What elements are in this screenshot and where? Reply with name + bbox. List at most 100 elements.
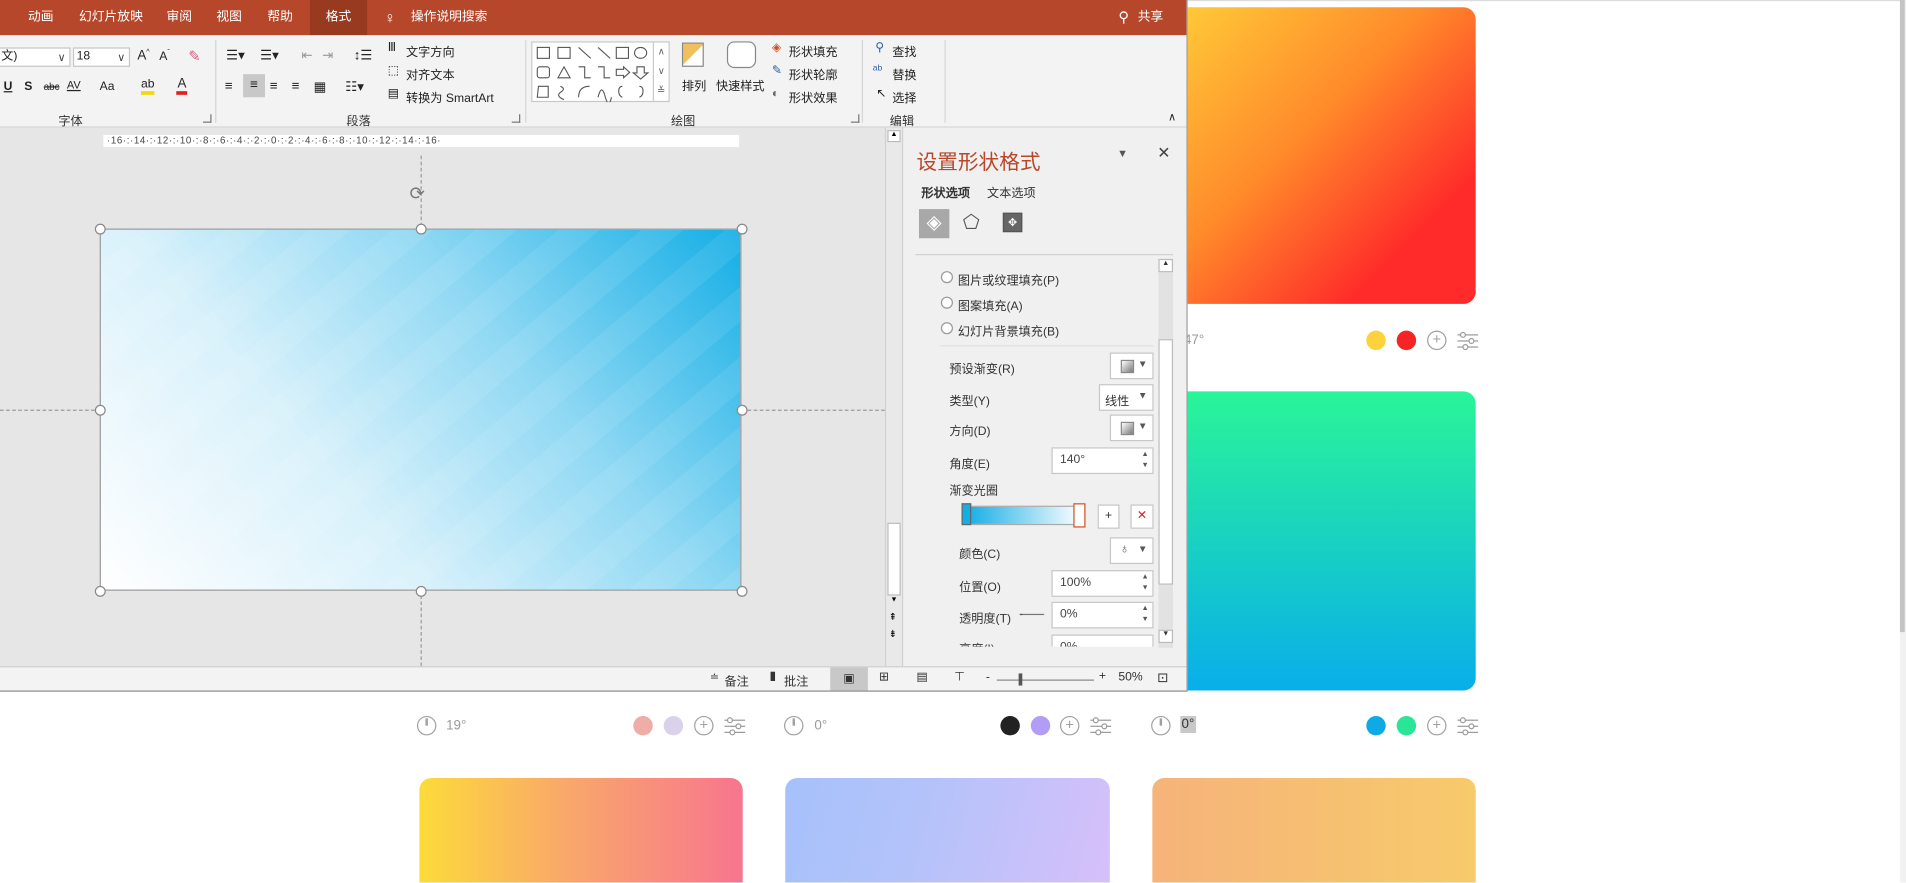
convert-smartart-button[interactable]: 转换为 SmartArt — [406, 88, 494, 105]
find-button[interactable]: 查找 — [892, 41, 916, 59]
color-swatch[interactable] — [1000, 715, 1020, 736]
next-slide-icon[interactable]: ⇟ — [889, 628, 897, 639]
slide-sorter-button[interactable]: ⊞ — [879, 671, 889, 684]
type-dropdown[interactable]: 线性 ▼ — [1098, 384, 1154, 411]
resize-handle[interactable] — [94, 585, 106, 597]
gallery-scroll[interactable]: ∧ ∨ ≚ — [652, 42, 669, 101]
distributed-icon[interactable]: ▦ — [314, 79, 327, 95]
size-properties-icon[interactable]: ✥ — [1002, 212, 1023, 233]
color-swatch[interactable] — [1366, 330, 1386, 351]
align-text-button[interactable]: 对齐文本 — [406, 64, 455, 82]
add-color-icon[interactable]: + — [1059, 715, 1080, 736]
color-swatch[interactable] — [1366, 715, 1386, 736]
tab-text-options[interactable]: 文本选项 — [987, 182, 1036, 200]
strikethrough-icon[interactable]: abc — [44, 81, 60, 92]
scroll-up-icon[interactable]: ▲ — [887, 130, 901, 143]
scrollbar-thumb[interactable] — [1158, 339, 1174, 585]
pane-scrollbar[interactable]: ▲ ▼ — [1158, 258, 1174, 648]
normal-view-button[interactable]: ▣ — [830, 667, 868, 691]
select-button[interactable]: 选择 — [892, 88, 916, 105]
resize-handle[interactable] — [415, 223, 427, 235]
notes-button[interactable]: 备注 — [724, 671, 748, 689]
color-picker-dropdown[interactable]: ♁ ▼ — [1109, 537, 1154, 565]
justify-icon[interactable]: ≡ — [292, 79, 300, 94]
arrange-button[interactable]: 排列 — [682, 75, 706, 93]
rotate-handle-icon[interactable]: ⟳ — [410, 182, 425, 205]
align-left-icon[interactable]: ≡ — [225, 79, 233, 94]
resize-handle[interactable] — [736, 404, 748, 416]
option-picture-fill[interactable]: 图片或纹理填充(P) — [958, 270, 1059, 288]
color-swatch[interactable] — [1030, 715, 1051, 736]
resize-handle[interactable] — [415, 585, 427, 597]
shadow-icon[interactable]: S — [24, 80, 32, 93]
tab-slideshow[interactable]: 幻灯片放映 — [79, 0, 143, 35]
shape-outline-button[interactable]: 形状轮廓 — [789, 64, 838, 82]
fit-to-window-icon[interactable]: ⊡ — [1157, 670, 1168, 686]
slide-canvas[interactable]: ·16·:·14·:·12·:·10·:·8·:·6·:·4·:·2·:·0·:… — [0, 127, 885, 667]
effects-pentagon-icon[interactable]: ⬠ — [963, 210, 980, 234]
grow-font-icon[interactable]: A^ — [137, 49, 149, 64]
color-swatch[interactable] — [633, 715, 653, 736]
radio-picture-fill[interactable] — [940, 271, 953, 284]
zoom-in-button[interactable]: + — [1099, 670, 1106, 683]
scroll-up-icon[interactable]: ▲ — [1158, 258, 1174, 273]
option-slide-background-fill[interactable]: 幻灯片背景填充(B) — [958, 321, 1059, 339]
resize-handle[interactable] — [94, 404, 106, 416]
add-gradient-stop-button[interactable]: + — [1097, 504, 1120, 529]
shape-fill-button[interactable]: 形状填充 — [789, 41, 838, 59]
angle-dial-icon[interactable] — [1151, 715, 1171, 736]
change-case-icon[interactable]: Aa — [100, 80, 115, 93]
zoom-slider-thumb[interactable] — [1018, 673, 1023, 686]
font-color-icon[interactable]: A — [176, 77, 188, 95]
font-size-combo[interactable]: 18 ∨ — [72, 47, 131, 67]
shape-effects-button[interactable]: 形状效果 — [789, 88, 838, 105]
angle-dial-icon[interactable] — [784, 715, 804, 736]
angle-spinner[interactable]: 140° ▲ ▼ — [1051, 447, 1154, 475]
scroll-down-icon[interactable]: ▼ — [887, 597, 900, 609]
resize-handle[interactable] — [736, 223, 748, 235]
increase-indent-icon[interactable]: ⇥ — [322, 47, 333, 64]
gradient-card-orange[interactable] — [1149, 7, 1476, 304]
direction-dropdown[interactable]: ▼ — [1109, 414, 1154, 442]
slide-vertical-scrollbar[interactable]: ▲ ▼ ⇞ ⇟ — [884, 127, 902, 667]
font-name-combo[interactable]: 文) ∨ — [0, 47, 71, 67]
tell-me-search[interactable]: 操作说明搜索 — [411, 0, 488, 35]
previous-slide-icon[interactable]: ⇞ — [889, 611, 897, 622]
share-button[interactable]: 共享 — [1138, 0, 1164, 35]
gradient-card-peach[interactable] — [1152, 777, 1476, 883]
transparency-slider[interactable] — [1019, 613, 1045, 616]
close-icon[interactable]: ✕ — [1157, 143, 1170, 162]
underline-icon[interactable]: U — [4, 80, 13, 93]
shrink-font-icon[interactable]: Aˇ — [159, 50, 170, 64]
page-scrollbar-thumb[interactable] — [1899, 0, 1905, 633]
gradient-card-yellow-pink[interactable] — [419, 777, 743, 883]
clear-format-icon[interactable]: ✎ — [188, 47, 200, 64]
page-scrollbar[interactable] — [1899, 0, 1906, 883]
angle-label-selected[interactable]: 0° — [1180, 715, 1196, 733]
line-spacing-icon[interactable]: ↕☰ — [354, 47, 373, 64]
scrollbar-thumb[interactable] — [887, 522, 901, 596]
color-swatch[interactable] — [1396, 715, 1417, 736]
radio-slide-background-fill[interactable] — [940, 322, 953, 335]
scroll-down-icon[interactable]: ▼ — [1158, 629, 1174, 644]
gradient-card-green[interactable] — [1149, 391, 1476, 691]
char-spacing-icon[interactable]: AV — [67, 79, 81, 91]
comments-button[interactable]: 批注 — [784, 671, 808, 689]
preset-gradient-dropdown[interactable]: ▼ — [1109, 352, 1154, 380]
highlight-icon[interactable]: ab — [141, 78, 155, 95]
decrease-indent-icon[interactable]: ⇤ — [301, 47, 312, 64]
adjust-sliders-icon[interactable] — [1457, 716, 1479, 736]
bullets-icon[interactable]: ☰▾ — [226, 47, 245, 64]
brightness-spinner[interactable]: 0% — [1051, 634, 1154, 647]
resize-handle[interactable] — [736, 585, 748, 597]
color-swatch[interactable] — [663, 715, 684, 736]
gradient-stop-100-selected[interactable] — [1073, 503, 1086, 528]
pane-options-dropdown-icon[interactable]: ▼ — [1117, 147, 1128, 159]
gradient-stop-0[interactable] — [961, 503, 972, 526]
option-pattern-fill[interactable]: 图案填充(A) — [958, 295, 1023, 313]
zoom-level[interactable]: 50% — [1118, 671, 1142, 684]
replace-button[interactable]: 替换 — [892, 64, 916, 82]
tab-animations[interactable]: 动画 — [28, 0, 54, 35]
add-color-icon[interactable]: + — [1427, 330, 1447, 351]
tab-shape-options[interactable]: 形状选项 — [921, 182, 970, 200]
